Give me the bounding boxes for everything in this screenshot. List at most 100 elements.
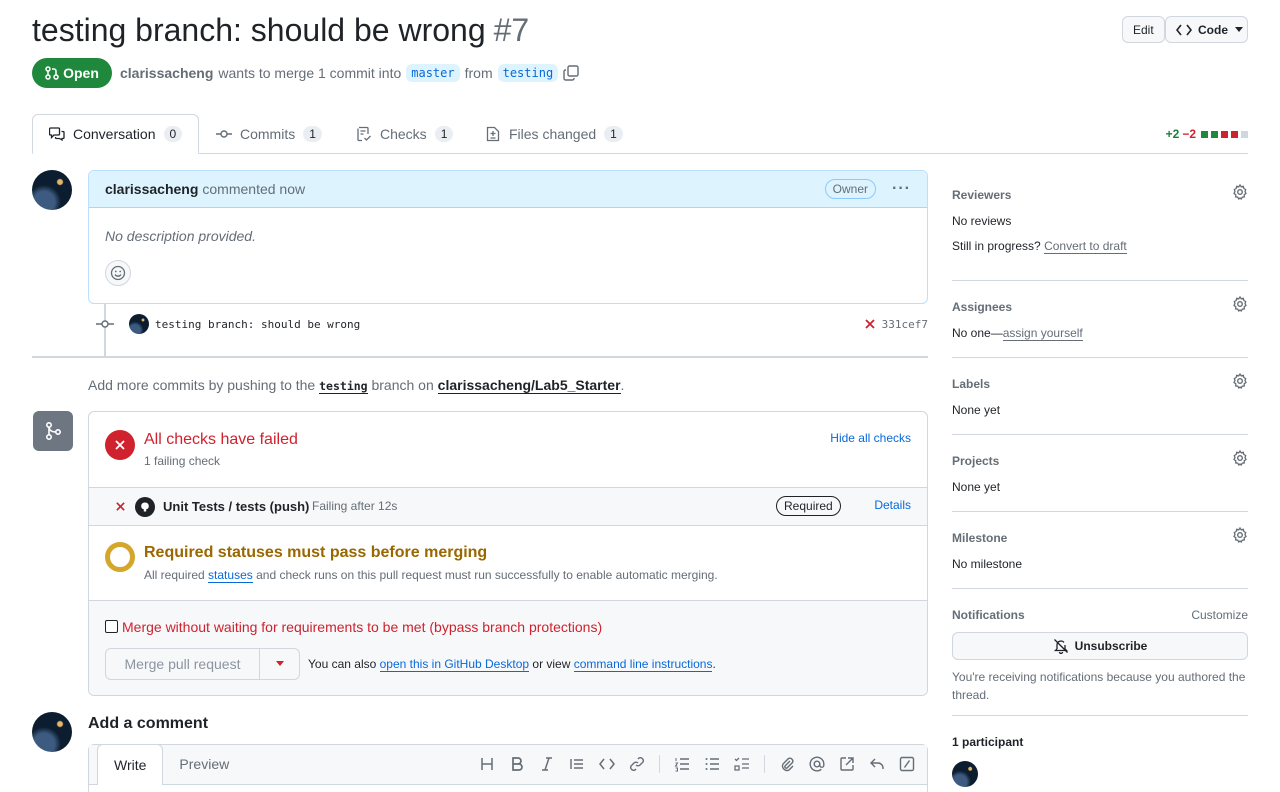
- pending-circle-icon: [105, 542, 135, 572]
- heading-icon[interactable]: [479, 756, 495, 772]
- editor-toolbar: [479, 755, 915, 773]
- tab-write[interactable]: Write: [97, 744, 164, 785]
- link-icon[interactable]: [629, 756, 645, 772]
- labels-value: None yet: [952, 403, 1001, 417]
- sidebar-divider: [952, 511, 1248, 512]
- sidebar-divider: [952, 280, 1248, 281]
- tab-preview[interactable]: Preview: [163, 744, 245, 784]
- assign-yourself-link[interactable]: assign yourself: [1002, 326, 1083, 341]
- gear-icon[interactable]: [1232, 527, 1248, 543]
- pr-number: #7: [493, 12, 530, 48]
- file-diff-icon: [485, 126, 501, 142]
- add-reaction-button[interactable]: [105, 260, 131, 286]
- bypass-checkbox[interactable]: [105, 620, 118, 633]
- caret-down-icon[interactable]: [260, 649, 299, 679]
- author-link[interactable]: clarissacheng: [120, 65, 213, 81]
- diffstat-block: [1221, 130, 1228, 138]
- tab-commits[interactable]: Commits 1: [200, 114, 338, 154]
- reply-icon[interactable]: [869, 756, 885, 772]
- statuses-link[interactable]: statuses: [208, 568, 253, 583]
- commit-sha[interactable]: 331cef7: [882, 318, 928, 331]
- comment-time[interactable]: commented now: [202, 181, 305, 197]
- avatar[interactable]: [129, 314, 149, 334]
- projects-title[interactable]: Projects: [952, 454, 1248, 468]
- toolbar-separator: [659, 755, 660, 773]
- bullet-list-icon[interactable]: [704, 756, 720, 772]
- quote-icon[interactable]: [569, 756, 585, 772]
- check-row: Unit Tests / tests (push) Failing after …: [89, 488, 927, 526]
- command-line-link[interactable]: command line instructions: [573, 657, 713, 672]
- merge-box: All checks have failed 1 failing check H…: [88, 411, 928, 696]
- comment-author[interactable]: clarissacheng: [105, 181, 198, 197]
- timeline-divider: [32, 356, 928, 358]
- gear-icon[interactable]: [1232, 296, 1248, 312]
- gear-icon[interactable]: [1232, 450, 1248, 466]
- unsubscribe-button[interactable]: Unsubscribe: [952, 632, 1248, 660]
- tab-checks[interactable]: Checks 1: [340, 114, 469, 154]
- milestone-title[interactable]: Milestone: [952, 531, 1248, 545]
- assignees-title[interactable]: Assignees: [952, 300, 1248, 314]
- numbered-list-icon[interactable]: [674, 756, 690, 772]
- sidebar-labels: Labels None yet: [952, 373, 1248, 417]
- comment-editor: Write Preview: [88, 744, 928, 792]
- avatar[interactable]: [32, 712, 72, 752]
- push-hint: Add more commits by pushing to the testi…: [88, 377, 625, 394]
- bold-icon[interactable]: [509, 756, 525, 772]
- mention-icon[interactable]: [809, 756, 825, 772]
- milestone-value: No milestone: [952, 557, 1023, 571]
- x-icon[interactable]: [864, 318, 876, 330]
- diffstat-block: [1211, 130, 1218, 138]
- bypass-label[interactable]: Merge without waiting for requirements t…: [122, 619, 602, 635]
- labels-title[interactable]: Labels: [952, 377, 1248, 391]
- check-status: Failing after 12s: [312, 499, 398, 513]
- participants-title: 1 participant: [952, 735, 1024, 749]
- code-button[interactable]: Code: [1165, 16, 1248, 43]
- repo-link[interactable]: clarissacheng/Lab5_Starter: [437, 377, 621, 394]
- copy-icon[interactable]: [563, 65, 579, 81]
- gear-icon[interactable]: [1232, 373, 1248, 389]
- customize-link[interactable]: Customize: [1191, 608, 1248, 622]
- checklist-icon: [356, 126, 372, 142]
- smiley-icon: [110, 265, 126, 281]
- slash-command-icon[interactable]: [899, 756, 915, 772]
- diffstat: +2 −2: [1166, 127, 1248, 141]
- avatar[interactable]: [32, 170, 72, 210]
- github-desktop-link[interactable]: open this in GitHub Desktop: [379, 657, 530, 672]
- avatar[interactable]: [952, 761, 978, 787]
- task-list-icon[interactable]: [734, 756, 750, 772]
- github-logo-icon: [135, 497, 155, 517]
- checks-summary: All checks have failed 1 failing check H…: [89, 412, 927, 488]
- sidebar-divider: [952, 588, 1248, 589]
- head-branch[interactable]: testing: [497, 64, 559, 82]
- pr-title: testing branch: should be wrong #7: [32, 12, 530, 48]
- reviewers-title[interactable]: Reviewers: [952, 188, 1248, 202]
- base-branch[interactable]: master: [406, 64, 460, 82]
- check-name[interactable]: Unit Tests / tests (push): [163, 499, 309, 514]
- tab-conversation[interactable]: Conversation 0: [32, 114, 199, 154]
- pr-description-comment: clarissacheng commented now Owner ··· No…: [88, 170, 928, 304]
- italic-icon[interactable]: [539, 756, 555, 772]
- kebab-horizontal-icon[interactable]: ···: [892, 180, 911, 198]
- required-status-title: Required statuses must pass before mergi…: [144, 544, 488, 561]
- tab-files-changed[interactable]: Files changed 1: [469, 114, 639, 154]
- merge-pull-request-button[interactable]: Merge pull request: [105, 648, 300, 680]
- sidebar-divider: [952, 357, 1248, 358]
- hint-branch[interactable]: testing: [319, 379, 368, 394]
- hide-checks-link[interactable]: Hide all checks: [830, 431, 911, 445]
- comment-body: No description provided.: [105, 228, 256, 244]
- commit-message[interactable]: testing branch: should be wrong: [155, 318, 360, 331]
- git-commit-icon: [96, 316, 114, 332]
- paperclip-icon[interactable]: [779, 756, 795, 772]
- diffstat-block: [1231, 130, 1238, 138]
- required-badge: Required: [776, 496, 841, 516]
- edit-button[interactable]: Edit: [1122, 16, 1165, 43]
- convert-to-draft-link[interactable]: Convert to draft: [1044, 239, 1127, 254]
- cross-reference-icon[interactable]: [839, 756, 855, 772]
- git-commit-icon: [216, 126, 232, 142]
- git-merge-icon: [33, 411, 73, 451]
- code-icon[interactable]: [599, 756, 615, 772]
- details-link[interactable]: Details: [874, 498, 911, 512]
- gear-icon[interactable]: [1232, 184, 1248, 200]
- sidebar-participants: 1 participant: [952, 735, 1248, 787]
- owner-badge: Owner: [824, 179, 877, 199]
